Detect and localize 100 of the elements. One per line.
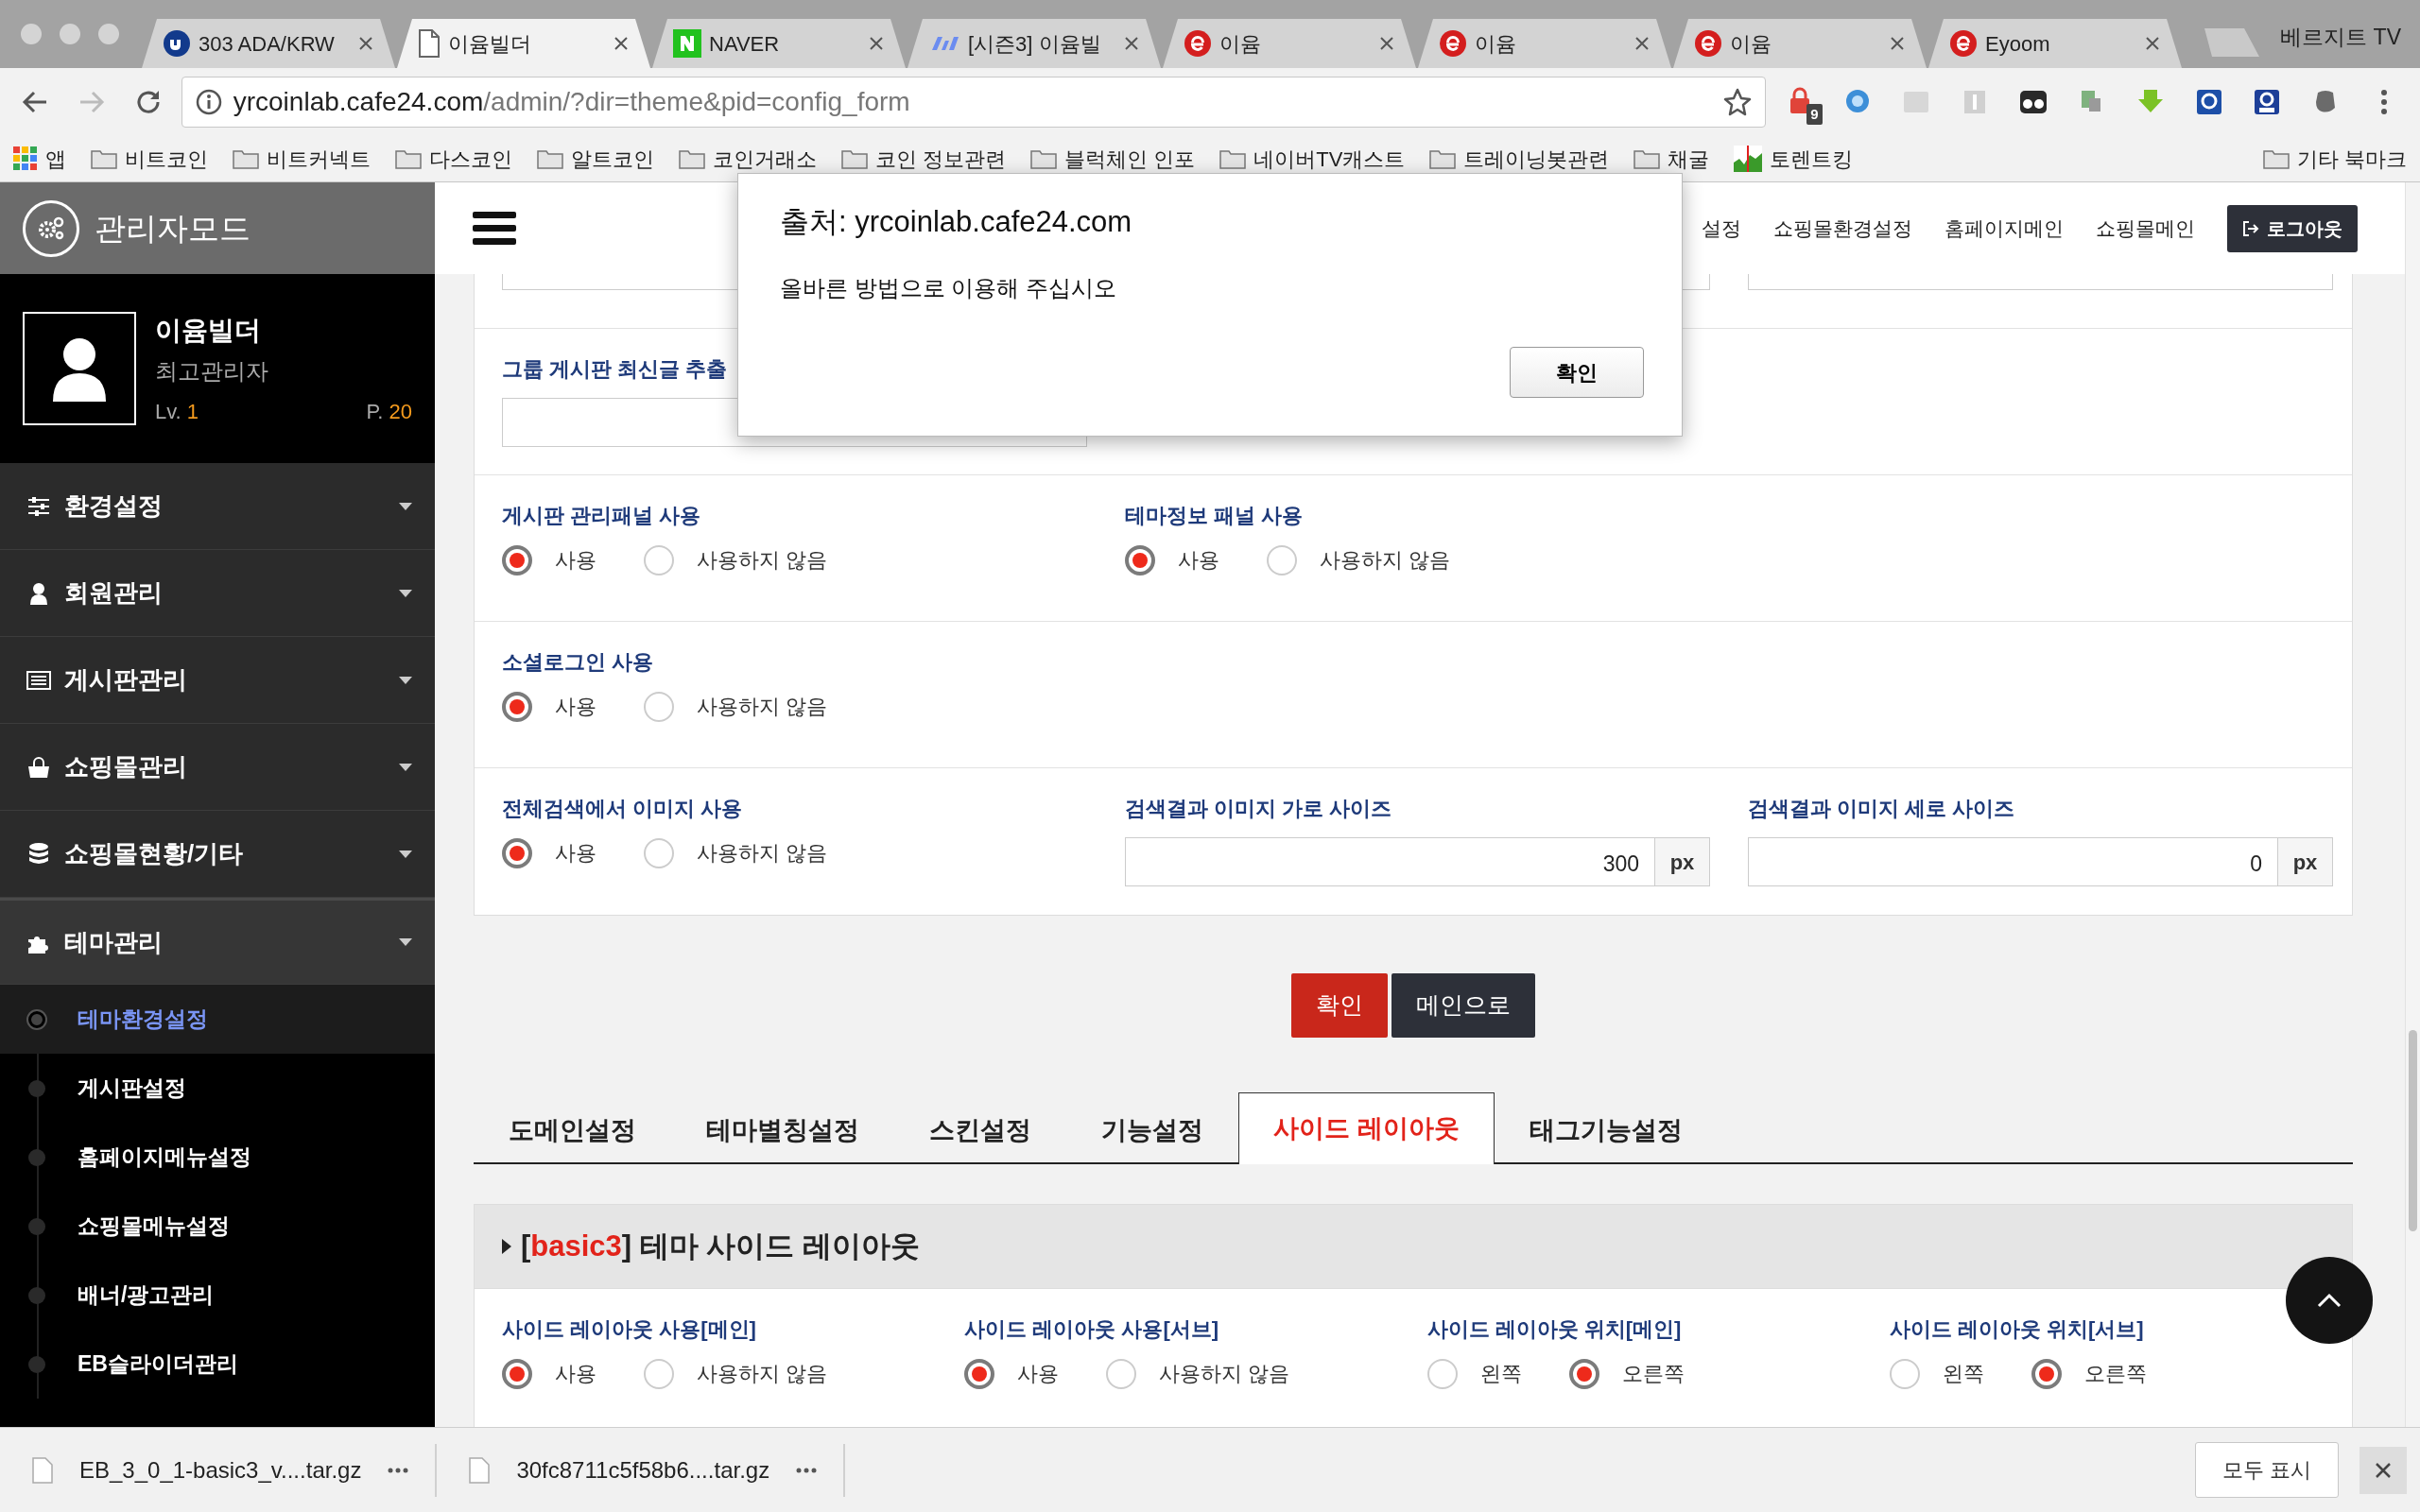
download-name[interactable]: 30fc8711c5f58b6....tar.gz bbox=[516, 1452, 770, 1487]
radio-button[interactable] bbox=[644, 837, 674, 868]
scrollbar[interactable] bbox=[2409, 1030, 2417, 1231]
close-button[interactable] bbox=[2360, 1446, 2407, 1494]
browser-tab[interactable]: 이윰 bbox=[1418, 19, 1671, 68]
bookmark[interactable]: 비트코인 bbox=[91, 143, 208, 175]
show-all-button[interactable]: 모두 표시 bbox=[2194, 1442, 2339, 1498]
profile-name[interactable]: 베르지트 TV bbox=[2280, 21, 2401, 54]
tab[interactable]: 테마별칭설정 bbox=[671, 1096, 894, 1164]
document-icon bbox=[418, 29, 441, 58]
sidebar-subitem[interactable]: 홈페이지메뉴설정 bbox=[0, 1123, 435, 1192]
tab[interactable]: 스킨설정 bbox=[894, 1096, 1066, 1164]
radio-button[interactable] bbox=[1125, 544, 1155, 576]
logo-icon bbox=[1694, 29, 1722, 58]
more-icon[interactable] bbox=[796, 1467, 818, 1473]
logout-icon bbox=[2242, 219, 2259, 237]
close-icon[interactable] bbox=[1634, 35, 1651, 52]
nav-link[interactable]: 홈페이지메인 bbox=[1945, 213, 2064, 244]
bookmark[interactable]: 블럭체인 인포 bbox=[1030, 143, 1196, 175]
radio-label: 사용 bbox=[1017, 1361, 1060, 1387]
browser-tab[interactable]: 이윰 bbox=[1163, 19, 1416, 68]
browser-tab[interactable]: 이윰 bbox=[1673, 19, 1927, 68]
main-button[interactable]: 메인으로 bbox=[1392, 973, 1535, 1038]
sidebar-subitem[interactable]: 테마환경설정 bbox=[0, 985, 435, 1054]
radio-label: 오른쪽 bbox=[2083, 1361, 2147, 1387]
tab[interactable]: 기능설정 bbox=[1066, 1096, 1238, 1164]
sidebar-item[interactable]: 회원관리 bbox=[0, 550, 435, 637]
radio-button[interactable] bbox=[1106, 1358, 1137, 1389]
caret-icon bbox=[399, 938, 412, 946]
radio-button[interactable] bbox=[1889, 1358, 1920, 1389]
input-field[interactable]: 300 bbox=[1125, 837, 1655, 886]
bookmark[interactable]: 기타 북마크 bbox=[2262, 143, 2407, 175]
bookmark[interactable]: 트레이닝봇관련 bbox=[1429, 143, 1610, 175]
ok-button[interactable]: 확인 bbox=[1510, 347, 1644, 398]
close-icon[interactable] bbox=[357, 35, 374, 52]
radio-label: 사용 bbox=[1178, 547, 1219, 574]
bookmark[interactable]: 코인거래소 bbox=[679, 143, 817, 175]
field-label: 사이드 레이아웃 위치[서브] bbox=[1889, 1316, 2145, 1343]
nav-link[interactable]: 설정 bbox=[1702, 213, 1741, 244]
bookmark[interactable]: 네이버TV캐스트 bbox=[1219, 143, 1406, 175]
bookmark[interactable]: 코인 정보관련 bbox=[841, 143, 1007, 175]
bookmark[interactable]: 비트커넥트 bbox=[233, 143, 371, 175]
bookmark[interactable]: 앱 bbox=[13, 143, 66, 175]
input-field[interactable]: 0 bbox=[1748, 837, 2278, 886]
confirm-button[interactable]: 확인 bbox=[1291, 973, 1388, 1038]
download-name[interactable]: EB_3_0_1-basic3_v....tar.gz bbox=[79, 1452, 362, 1487]
close-icon[interactable] bbox=[1123, 35, 1140, 52]
database-icon bbox=[26, 841, 51, 867]
radio-button[interactable] bbox=[1426, 1358, 1458, 1389]
browser-tab[interactable]: 이윰빌더 bbox=[397, 19, 650, 68]
sidebar-item[interactable]: 테마관리 bbox=[0, 898, 435, 985]
more-icon[interactable] bbox=[388, 1467, 409, 1473]
address-bar[interactable]: yrcoinlab.cafe24.com/admin/?dir=theme&pid=config_form bbox=[181, 77, 1766, 128]
sidebar-item[interactable]: 쇼핑몰관리 bbox=[0, 724, 435, 811]
bookmark[interactable]: 알트코인 bbox=[537, 143, 654, 175]
tab[interactable]: 태그기능설정 bbox=[1494, 1096, 1718, 1164]
radio-button[interactable] bbox=[1568, 1358, 1599, 1389]
radio-button[interactable] bbox=[502, 544, 532, 576]
sidebar-subitem[interactable]: EB슬라이더관리 bbox=[0, 1330, 435, 1399]
browser-tab[interactable]: NAVER bbox=[652, 19, 906, 68]
sidebar-item[interactable]: 환경설정 bbox=[0, 463, 435, 550]
radio-button[interactable] bbox=[644, 691, 674, 722]
radio-button[interactable] bbox=[1267, 544, 1297, 576]
sidebar-item[interactable]: 게시판관리 bbox=[0, 637, 435, 724]
nav-link[interactable]: 쇼핑몰메인 bbox=[2096, 213, 2195, 244]
sidebar-subitem[interactable]: 배너/광고관리 bbox=[0, 1261, 435, 1330]
radio-button[interactable] bbox=[644, 1358, 674, 1389]
tab[interactable]: 도메인설정 bbox=[474, 1096, 671, 1164]
sidebar-item[interactable]: 쇼핑몰현황/기타 bbox=[0, 811, 435, 898]
sidebar-subitem[interactable]: 쇼핑몰메뉴설정 bbox=[0, 1192, 435, 1261]
close-icon[interactable] bbox=[868, 35, 885, 52]
close-icon[interactable] bbox=[1378, 35, 1395, 52]
radio-button[interactable] bbox=[644, 544, 674, 576]
browser-tab[interactable]: 303 ADA/KRW bbox=[142, 19, 395, 68]
radio-button[interactable] bbox=[964, 1358, 995, 1389]
sidebar-subitem[interactable]: 게시판설정 bbox=[0, 1054, 435, 1123]
close-icon[interactable] bbox=[613, 35, 630, 52]
star-icon[interactable] bbox=[1722, 88, 1752, 116]
radio-label: 사용하지 않음 bbox=[1320, 547, 1451, 574]
bookmark[interactable]: 토렌트킹 bbox=[1734, 143, 1854, 175]
input-field[interactable] bbox=[1748, 274, 2333, 290]
folder-icon bbox=[233, 148, 259, 169]
nav-link[interactable]: 쇼핑몰환경설정 bbox=[1773, 213, 1912, 244]
radio-button[interactable] bbox=[502, 1358, 532, 1389]
logout-button[interactable]: 로그아웃 bbox=[2227, 204, 2358, 252]
radio-button[interactable] bbox=[502, 837, 532, 868]
bookmark[interactable]: 채굴 bbox=[1634, 143, 1710, 175]
chart-icon bbox=[1734, 146, 1763, 172]
radio-button[interactable] bbox=[2031, 1358, 2062, 1389]
browser-tab[interactable]: [시즌3] 이윰빌 bbox=[908, 19, 1161, 68]
bookmark[interactable]: 다스코인 bbox=[395, 143, 512, 175]
browser-tab[interactable]: Eyoom bbox=[1928, 19, 2182, 68]
radio-button[interactable] bbox=[502, 691, 532, 722]
radio-label: 사용하지 않음 bbox=[697, 1361, 828, 1387]
menu-icon[interactable] bbox=[2379, 88, 2390, 116]
tab[interactable]: 사이드 레이아웃 bbox=[1238, 1092, 1495, 1164]
menu-icon[interactable] bbox=[473, 211, 516, 246]
folder-icon bbox=[1030, 148, 1058, 169]
close-icon[interactable] bbox=[2144, 35, 2161, 52]
close-icon[interactable] bbox=[1889, 35, 1906, 52]
